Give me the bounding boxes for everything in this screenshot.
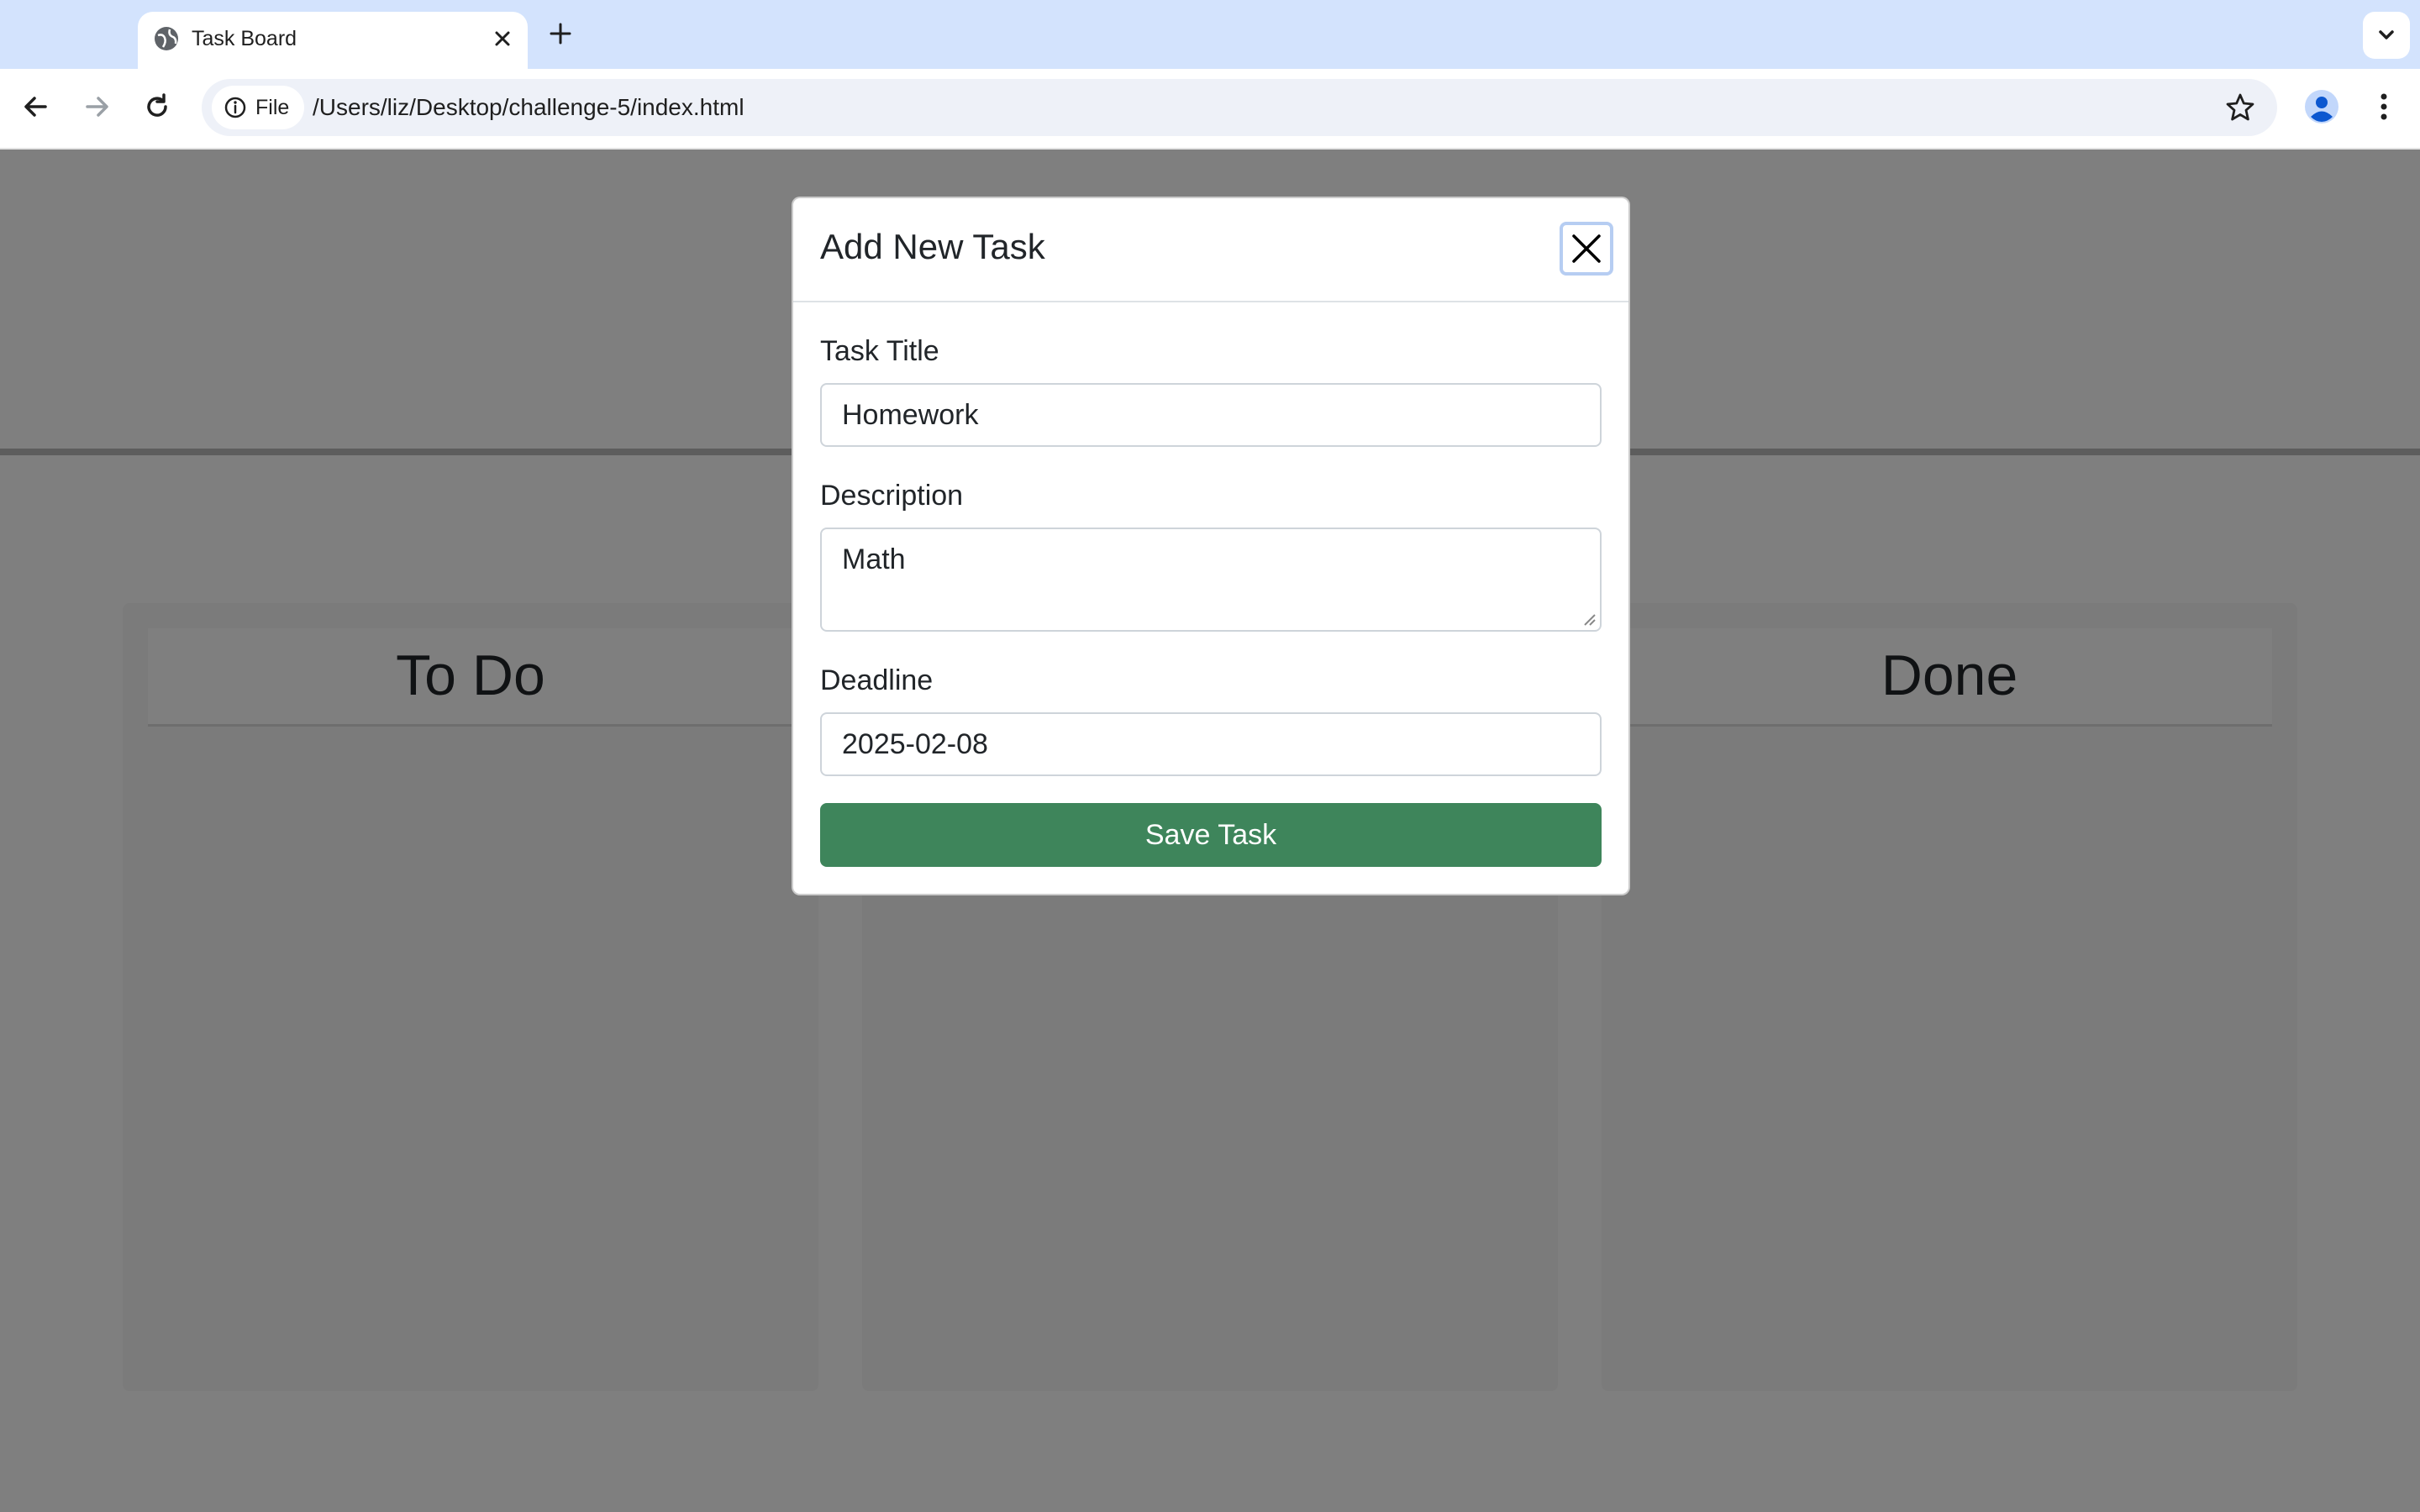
- close-icon[interactable]: [486, 22, 519, 55]
- modal-header: Add New Task: [793, 198, 1628, 302]
- plus-icon[interactable]: [544, 17, 577, 50]
- site-info-chip[interactable]: File: [212, 86, 304, 129]
- kebab-menu-icon[interactable]: [2366, 89, 2402, 124]
- star-icon[interactable]: [2223, 91, 2257, 124]
- chevron-down-icon: [2379, 30, 2394, 39]
- deadline-value: 2025-02-08: [842, 728, 988, 760]
- add-task-modal: Add New Task Task Title Homework Descrip…: [792, 197, 1630, 895]
- browser-toolbar: File /Users/liz/Desktop/challenge-5/inde…: [0, 69, 2420, 150]
- task-title-input[interactable]: Homework: [820, 383, 1602, 447]
- address-bar[interactable]: File /Users/liz/Desktop/challenge-5/inde…: [202, 79, 2277, 136]
- url-text[interactable]: /Users/liz/Desktop/challenge-5/index.htm…: [313, 92, 744, 123]
- browser-tab[interactable]: Task Board: [138, 12, 528, 69]
- resize-handle-icon[interactable]: [1581, 612, 1597, 627]
- modal-title: Add New Task: [820, 227, 1045, 266]
- back-arrow-icon[interactable]: [17, 87, 55, 126]
- info-icon: [224, 97, 246, 118]
- globe-icon: [155, 27, 178, 50]
- description-label: Description: [820, 480, 964, 512]
- profile-icon[interactable]: [2304, 89, 2339, 124]
- task-title-label: Task Title: [820, 335, 939, 367]
- forward-arrow-icon[interactable]: [77, 87, 116, 126]
- save-task-button[interactable]: Save Task: [820, 803, 1602, 867]
- site-info-label: File: [255, 96, 290, 119]
- task-title-value: Homework: [842, 399, 979, 431]
- reload-icon[interactable]: [138, 87, 176, 126]
- description-textarea[interactable]: Math: [820, 528, 1602, 632]
- deadline-input[interactable]: 2025-02-08: [820, 712, 1602, 776]
- description-value: Math: [842, 543, 906, 575]
- deadline-label: Deadline: [820, 664, 934, 696]
- tab-search-button[interactable]: [2363, 12, 2410, 59]
- tab-title: Task Board: [192, 27, 297, 50]
- close-button[interactable]: [1560, 222, 1613, 276]
- close-icon: [1572, 234, 1601, 263]
- tab-strip: Task Board: [0, 0, 2420, 69]
